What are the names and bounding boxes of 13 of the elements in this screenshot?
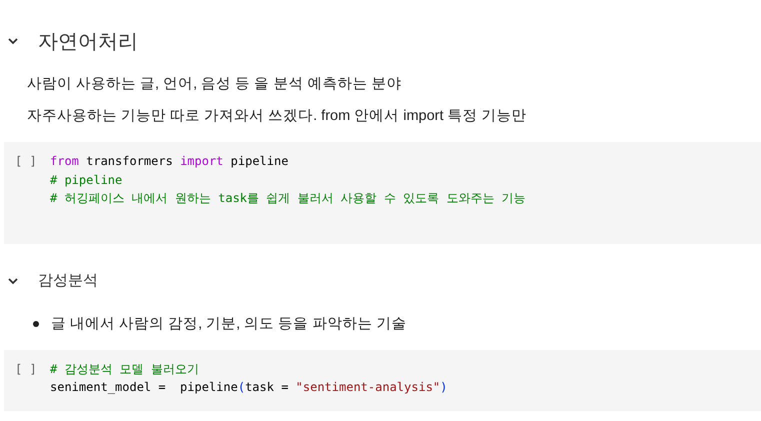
paragraph: 사람이 사용하는 글, 언어, 음성 등 을 분석 예측하는 분야 bbox=[27, 75, 402, 94]
code-line: # 허깅페이스 내에서 원하는 task를 쉽게 불러서 사용할 수 있도록 도와주는 기능 bbox=[50, 190, 526, 207]
code-line: seniment_model = pipeline(task = "sentiment-analysis") bbox=[50, 379, 448, 396]
bullet-icon bbox=[33, 320, 39, 326]
section-heading: 감성분석 bbox=[38, 271, 98, 290]
code-line: from transformers import pipeline bbox=[50, 153, 290, 170]
run-button[interactable]: [ ] bbox=[4, 152, 50, 170]
code-line: # 감성분석 모델 불러오기 bbox=[50, 360, 200, 378]
section-heading: 자연어처리 bbox=[38, 30, 138, 54]
run-button[interactable]: [ ] bbox=[4, 360, 50, 378]
code-line: # pipeline bbox=[50, 172, 124, 188]
bullet-text: 글 내에서 사람의 감정, 기분, 의도 등을 파악하는 기술 bbox=[51, 314, 406, 334]
paragraph: 자주사용하는 기능만 따로 가져와서 쓰겠다. from 안에서 import 특정 기능만 bbox=[27, 107, 528, 126]
